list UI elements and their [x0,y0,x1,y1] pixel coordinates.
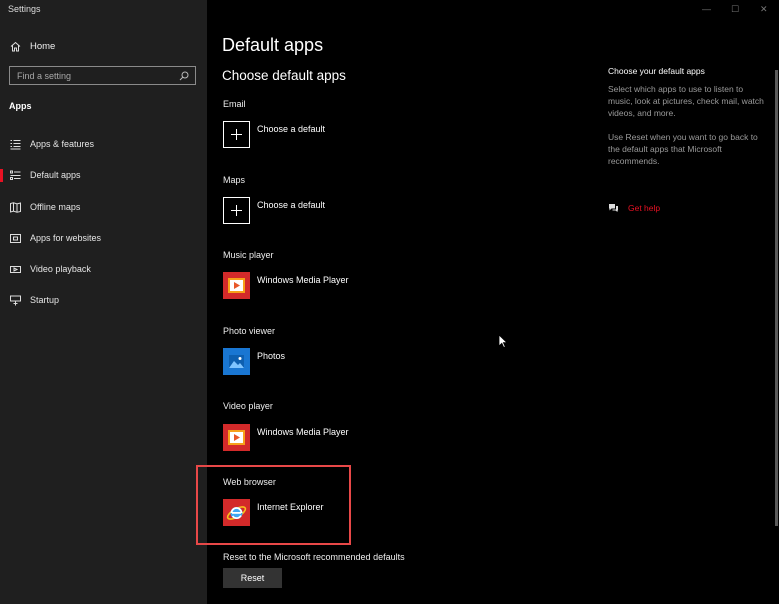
plus-icon [223,197,250,224]
sidebar-item-video-playback[interactable]: Video playback [0,258,207,280]
default-app-email[interactable]: Choose a default [223,121,325,148]
video-playback-icon [9,264,21,275]
search-input[interactable] [17,70,179,81]
right-panel-title: Choose your default apps [608,66,705,76]
home-label: Home [30,40,56,52]
sidebar-item-label: Video playback [30,264,91,274]
apps-features-icon [9,139,21,150]
sidebar-item-label: Offline maps [30,202,81,212]
get-help-link[interactable]: Get help [608,203,660,213]
sidebar-item-label: Apps for websites [30,233,102,243]
category-label-video-player: Video player [223,401,273,411]
sidebar: Settings Home Apps Apps & features Defau… [0,0,207,604]
windows-media-player-icon [223,272,250,299]
default-app-music-player[interactable]: Windows Media Player [223,272,349,299]
reset-button[interactable]: Reset [223,568,282,588]
minimize-button[interactable]: — [702,2,711,16]
sidebar-item-label: Startup [30,295,60,305]
reset-label: Reset to the Microsoft recommended defau… [223,552,405,562]
app-name: Choose a default [257,124,326,134]
category-label-maps: Maps [223,175,246,185]
maximize-button[interactable]: ☐ [731,2,739,16]
right-panel-reset-note: Use Reset when you want to go back to th… [608,132,758,166]
startup-icon [9,295,21,306]
offline-maps-icon [9,201,21,213]
photos-icon [223,348,250,375]
home-nav-item[interactable]: Home [9,39,55,53]
highlight-box [196,465,351,545]
window-title: Settings [8,4,41,14]
app-name: Windows Media Player [257,427,349,437]
sidebar-item-apps-for-websites[interactable]: Apps for websites [0,227,207,249]
scrollbar[interactable] [775,70,778,526]
sidebar-item-apps-features[interactable]: Apps & features [0,133,207,155]
default-app-maps[interactable]: Choose a default [223,197,325,224]
app-name: Photos [257,351,286,361]
app-name: Windows Media Player [257,275,349,285]
sidebar-item-label: Default apps [30,170,81,180]
category-label-music-player: Music player [223,250,274,260]
category-label-photo-viewer: Photo viewer [223,326,276,336]
mouse-cursor-icon [498,334,508,353]
search-box[interactable] [9,66,196,85]
page-title: Default apps [222,35,324,55]
app-name: Choose a default [257,200,326,210]
apps-for-websites-icon [9,233,21,244]
default-app-photo-viewer[interactable]: Photos [223,348,285,375]
default-app-video-player[interactable]: Windows Media Player [223,424,349,451]
chat-help-icon [608,203,619,213]
get-help-label: Get help [628,203,661,213]
sidebar-item-default-apps[interactable]: Default apps [0,164,207,186]
right-panel-description: Select which apps to use to listen to mu… [608,84,764,118]
section-title: Choose default apps [222,68,346,83]
sidebar-item-offline-maps[interactable]: Offline maps [0,196,207,218]
close-button[interactable]: ✕ [760,2,768,16]
home-icon [9,41,21,52]
default-apps-icon [9,170,21,181]
section-heading-apps: Apps [9,101,32,111]
sidebar-item-startup[interactable]: Startup [0,289,207,311]
search-icon[interactable] [179,71,189,81]
category-label-email: Email [223,99,246,109]
sidebar-item-label: Apps & features [30,139,95,149]
plus-icon [223,121,250,148]
windows-media-player-icon [223,424,250,451]
